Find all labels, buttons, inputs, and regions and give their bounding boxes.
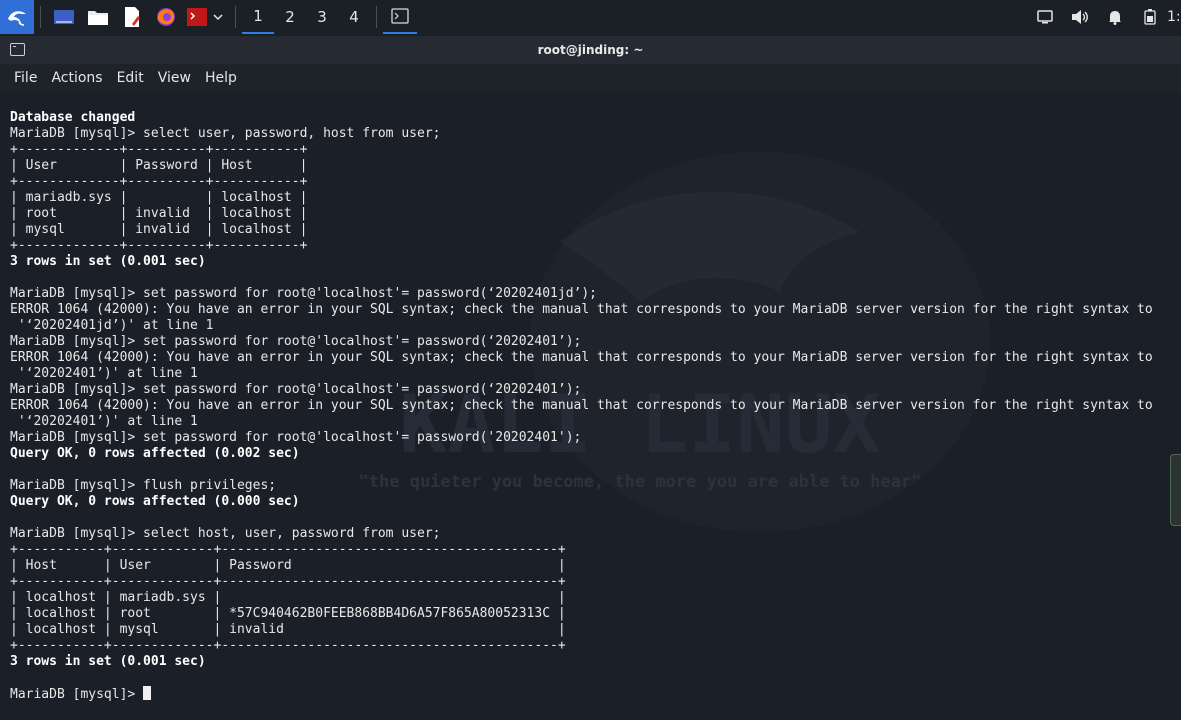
terminal-line: | root | invalid | localhost |: [10, 206, 308, 221]
terminal-line: +-----------+-------------+-------------…: [10, 574, 566, 589]
terminal-line: | mysql | invalid | localhost |: [10, 222, 308, 237]
shell-prompt: MariaDB [mysql]>: [10, 687, 144, 702]
text-editor-button[interactable]: [115, 0, 149, 34]
terminal-line: +-------------+----------+-----------+: [10, 174, 308, 189]
terminal-line: ERROR 1064 (42000): You have an error in…: [10, 302, 1153, 317]
terminal-line: +-------------+----------+-----------+: [10, 238, 308, 253]
task-terminal-window[interactable]: [383, 0, 417, 34]
volume-button[interactable]: [1062, 0, 1097, 34]
terminal-line: MariaDB [mysql]> set password for root@'…: [10, 334, 582, 349]
file-manager-button[interactable]: [81, 0, 115, 34]
bell-icon: [1108, 11, 1121, 25]
speaker-icon: [1071, 10, 1088, 24]
terminal-line: | localhost | mariadb.sys | |: [10, 590, 566, 605]
screen-icon: [1036, 10, 1053, 24]
menu-edit[interactable]: Edit: [110, 70, 151, 86]
terminal-line: | localhost | root | *57C940462B0FEEB868…: [10, 606, 566, 621]
panel-separator: [235, 6, 236, 28]
terminal-line: +-------------+----------+-----------+: [10, 142, 308, 157]
folder-icon: [88, 11, 108, 25]
terminal-launcher-button[interactable]: [183, 0, 211, 34]
show-desktop-button[interactable]: [47, 0, 81, 34]
display-button[interactable]: [1027, 0, 1062, 34]
terminal-line: ERROR 1064 (42000): You have an error in…: [10, 398, 1153, 413]
terminal-line: '‘20202401’)' at line 1: [10, 366, 198, 381]
window-title: root@jinding: ~: [537, 43, 644, 57]
terminal-line: MariaDB [mysql]> select user, password, …: [10, 126, 441, 141]
desktop-icon: [54, 10, 74, 24]
menu-bar: File Actions Edit View Help: [0, 64, 1181, 92]
terminal-line: Query OK, 0 rows affected (0.000 sec): [10, 494, 300, 509]
terminal-icon: [391, 8, 409, 24]
terminal-line: ERROR 1064 (42000): You have an error in…: [10, 350, 1153, 365]
terminal-line: '‘20202401’)' at line 1: [10, 414, 198, 429]
text-editor-icon: [125, 7, 140, 27]
firefox-icon: [157, 8, 175, 26]
terminal-line: | User | Password | Host |: [10, 158, 308, 173]
workspace-1[interactable]: 1: [242, 0, 274, 34]
workspace-4[interactable]: 4: [338, 0, 370, 34]
prompt-line[interactable]: MariaDB [mysql]>: [10, 686, 1153, 702]
menu-file[interactable]: File: [0, 70, 44, 86]
terminal-line: MariaDB [mysql]> set password for root@'…: [10, 430, 582, 445]
terminal-line: 3 rows in set (0.001 sec): [10, 654, 206, 669]
terminal-line: '‘20202401jd’)' at line 1: [10, 318, 214, 333]
terminal-output: Database changed MariaDB [mysql]> select …: [10, 110, 1153, 702]
terminal-line: | Host | User | Password |: [10, 558, 566, 573]
terminal-view[interactable]: KALI LINUX "the quieter you become, the …: [0, 92, 1181, 720]
terminal-line: +-----------+-------------+-------------…: [10, 638, 566, 653]
terminal-line: MariaDB [mysql]> flush privileges;: [10, 478, 277, 493]
workspace-3[interactable]: 3: [306, 0, 338, 34]
battery-button[interactable]: [1132, 0, 1167, 34]
terminal-line: | mariadb.sys | | localhost |: [10, 190, 308, 205]
red-terminal-icon: [187, 8, 207, 26]
top-panel: 1 2 3 4 1:: [0, 0, 1181, 34]
notifications-button[interactable]: [1097, 0, 1132, 34]
system-tray: 1:3: [1027, 0, 1181, 34]
firefox-button[interactable]: [149, 0, 183, 34]
battery-icon: [1143, 9, 1156, 25]
terminal-line: MariaDB [mysql]> set password for root@'…: [10, 286, 597, 301]
panel-separator: [376, 6, 377, 28]
terminal-line: Database changed: [10, 110, 136, 125]
terminal-line: Query OK, 0 rows affected (0.002 sec): [10, 446, 300, 461]
text-cursor: [143, 686, 152, 700]
kali-dragon-icon: [8, 11, 26, 26]
terminal-line: 3 rows in set (0.001 sec): [10, 254, 206, 269]
panel-separator: [40, 6, 41, 28]
terminal-line: +-----------+-------------+-------------…: [10, 542, 566, 557]
menu-help[interactable]: Help: [198, 70, 244, 86]
kali-menu-button[interactable]: [0, 0, 34, 34]
window-titlebar[interactable]: root@jinding: ~: [0, 36, 1181, 64]
menu-actions[interactable]: Actions: [44, 70, 109, 86]
clock[interactable]: 1:3: [1167, 9, 1181, 25]
terminal-line: MariaDB [mysql]> set password for root@'…: [10, 382, 582, 397]
launcher-dropdown[interactable]: [211, 0, 225, 34]
side-panel-handle[interactable]: [1170, 454, 1181, 526]
menu-view[interactable]: View: [151, 70, 198, 86]
workspace-2[interactable]: 2: [274, 0, 306, 34]
terminal-line: | localhost | mysql | invalid |: [10, 622, 566, 637]
chevron-down-icon: [213, 14, 223, 21]
terminal-line: MariaDB [mysql]> select host, user, pass…: [10, 526, 441, 541]
